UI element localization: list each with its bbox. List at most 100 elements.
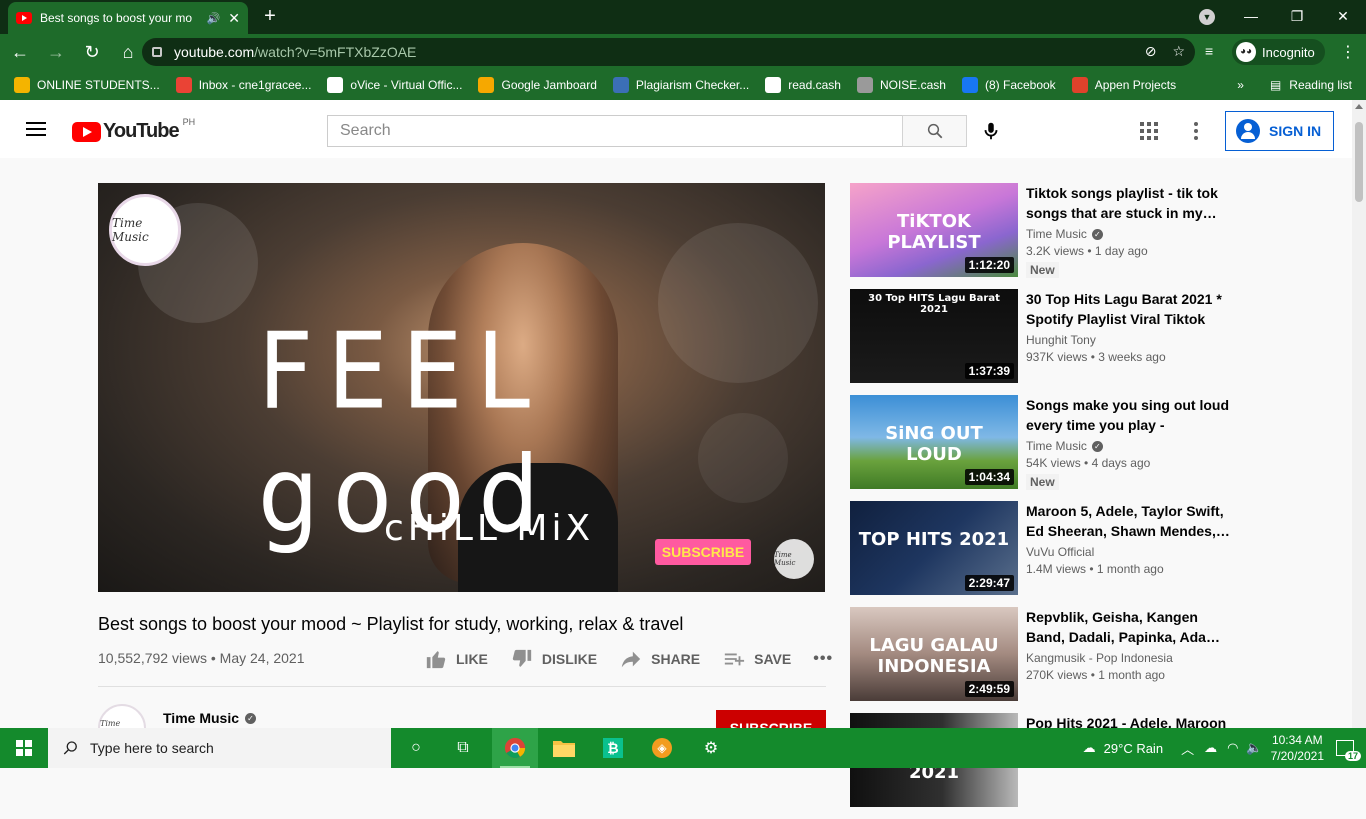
lock-icon[interactable] [152,47,162,57]
network-icon[interactable]: ◠ [1227,740,1238,756]
vpn-app-icon[interactable]: ◈ [639,728,685,768]
weather-label[interactable]: 29°C Rain [1104,741,1163,756]
more-actions-icon[interactable]: ••• [813,650,833,668]
channel-name[interactable]: Time Music ✓ [163,710,256,726]
scroll-up-icon[interactable] [1355,104,1363,109]
tab-close-icon[interactable]: ✕ [228,10,240,27]
tracking-blocked-icon[interactable]: ⊘ [1145,43,1157,60]
reload-button[interactable]: ↻ [76,36,108,68]
search-input[interactable]: Search [327,115,903,147]
settings-gear-icon[interactable]: ⚙ [688,728,734,768]
system-clock[interactable]: 10:34 AM 7/20/2021 [1271,732,1324,764]
minimize-button[interactable]: — [1228,0,1274,34]
related-channel[interactable]: Time Music ✓ [1026,227,1230,241]
share-button[interactable]: SHARE [619,648,700,670]
scrollbar-thumb[interactable] [1355,122,1363,202]
bookmark-label: oVice - Virtual Offic... [350,78,463,92]
media-queue-icon[interactable]: ≡ [1205,43,1213,59]
page-scrollbar[interactable] [1352,100,1366,728]
meta-separator: • [1086,562,1097,576]
onedrive-icon[interactable]: ☁ [1204,740,1217,756]
video-thumbnail[interactable]: 30 Top HITS Lagu Barat 2021 1:37:39 [850,289,1018,383]
channel-badge-logo: Time Music [109,194,181,266]
volume-icon[interactable]: 🔈 [1246,740,1262,756]
share-icon [621,651,641,668]
bookmark-item[interactable]: Appen Projects [1071,77,1176,93]
task-view-icon[interactable]: ⧉ [440,728,486,768]
browser-menu-icon[interactable]: ⋮ [1340,42,1356,62]
cortana-icon[interactable]: ○ [393,728,439,768]
related-channel[interactable]: Kangmusik - Pop Indonesia [1026,651,1230,665]
browser-tab-active[interactable]: Best songs to boost your mo 🔊 ✕ [8,2,248,34]
related-video-title[interactable]: Songs make you sing out loud every time … [1026,395,1230,435]
apps-grid-icon[interactable] [1140,122,1158,140]
drive-icon [14,77,30,93]
related-video-title[interactable]: Tiktok songs playlist - tik tok songs th… [1026,183,1230,223]
close-window-button[interactable]: ✕ [1320,0,1366,34]
related-video-item[interactable]: TiKTOK PLAYLIST 1:12:20 Tiktok songs playl… [850,183,1230,278]
file-explorer-icon[interactable] [541,728,587,768]
video-player[interactable]: Time Music FEEL good cHiLL MiX SUBSCRIBE… [98,183,825,592]
related-video-title[interactable]: 30 Top Hits Lagu Barat 2021 * Spotify Pl… [1026,289,1230,329]
related-view-count: 937K views [1026,350,1088,364]
new-tab-button[interactable]: + [258,4,282,28]
sign-in-button[interactable]: SIGN IN [1225,111,1334,151]
taskbar-search-box[interactable]: Type here to search [48,728,391,768]
bookmark-item[interactable]: Google Jamboard [478,77,597,93]
section-divider [98,686,826,687]
bookmark-item[interactable]: read.cash [765,77,841,93]
address-bar[interactable]: youtube.com /watch?v=5mFTXbZzOAE ⊘ ☆ [142,38,1195,66]
bookmark-star-icon[interactable]: ☆ [1172,43,1185,60]
video-thumbnail[interactable]: SiNG OUT LOUD 1:04:34 [850,395,1018,489]
related-video-meta: 54K views • 4 days ago [1026,456,1230,470]
speaker-icon[interactable]: 🔊 [207,12,221,25]
bookmark-item[interactable]: (8) Facebook [961,77,1056,93]
maximize-button[interactable]: ❐ [1274,0,1320,34]
video-actions: LIKE DISLIKE SHARE SAVE ••• [424,648,833,670]
back-button[interactable]: ← [4,36,36,68]
clock-date: 7/20/2021 [1270,749,1324,763]
forward-button[interactable]: → [40,36,72,68]
bookmarks-overflow-button[interactable]: » [1237,78,1244,92]
related-channel[interactable]: Hunghit Tony [1026,333,1230,347]
video-thumbnail[interactable]: TiKTOK PLAYLIST 1:12:20 [850,183,1018,277]
related-video-item[interactable]: TOP HITS 2021 2:29:47 Maroon 5, Adele, Tay… [850,501,1230,595]
related-video-title[interactable]: Maroon 5, Adele, Taylor Swift, Ed Sheera… [1026,501,1230,541]
bookmark-item[interactable]: NOISE.cash [856,77,946,93]
video-thumbnail[interactable]: LAGU GALAU INDONESIA 2:49:59 [850,607,1018,701]
chrome-taskbar-icon[interactable] [492,728,538,768]
tray-overflow-icon[interactable]: ︿ [1181,739,1194,758]
related-channel[interactable]: VuVu Official [1026,545,1230,559]
bookmarks-bar: ONLINE STUDENTS... Inbox - cne1gracee... o… [0,70,1366,100]
related-video-item[interactable]: SiNG OUT LOUD 1:04:34 Songs make you sing … [850,395,1230,491]
youtube-logo[interactable]: YouTube PH [72,117,195,143]
related-age: 3 weeks ago [1098,350,1166,364]
bookmark-item[interactable]: Inbox - cne1gracee... [175,77,311,93]
save-button[interactable]: SAVE [722,648,791,670]
dislike-button[interactable]: DISLIKE [510,648,597,670]
related-video-item[interactable]: LAGU GALAU INDONESIA 2:49:59 Repvblik, Gei… [850,607,1230,701]
reading-list-button[interactable]: ▤ Reading list [1270,78,1352,92]
related-channel-name: VuVu Official [1026,545,1095,559]
related-video-info: Songs make you sing out loud every time … [1026,395,1230,491]
settings-more-icon[interactable] [1194,122,1198,143]
bookmark-item[interactable]: Plagiarism Checker... [612,77,749,93]
video-thumbnail[interactable]: TOP HITS 2021 2:29:47 [850,501,1018,595]
bookmark-item[interactable]: ONLINE STUDENTS... [14,77,160,93]
search-button[interactable] [902,115,967,147]
microphone-icon[interactable] [980,119,1002,143]
weather-rain-icon[interactable]: ☁ [1083,740,1096,756]
related-channel[interactable]: Time Music ✓ [1026,439,1230,453]
incognito-indicator[interactable]: ◕◕ Incognito [1232,39,1325,65]
bookmark-item[interactable]: oVice - Virtual Offic... [327,77,462,93]
home-button[interactable]: ⌂ [112,36,144,68]
notification-center-icon[interactable]: 17 [1336,740,1361,761]
related-video-item[interactable]: 30 Top HITS Lagu Barat 2021 1:37:39 30 Top… [850,289,1230,383]
chrome-icon [504,737,526,759]
tab-search-icon[interactable]: ▼ [1199,9,1215,25]
like-button[interactable]: LIKE [424,648,488,670]
wallet-app-icon[interactable]: ₿ [590,728,636,768]
related-video-title[interactable]: Repvblik, Geisha, Kangen Band, Dadali, P… [1026,607,1230,647]
hamburger-menu-icon[interactable] [26,122,46,136]
start-button[interactable] [0,728,48,768]
